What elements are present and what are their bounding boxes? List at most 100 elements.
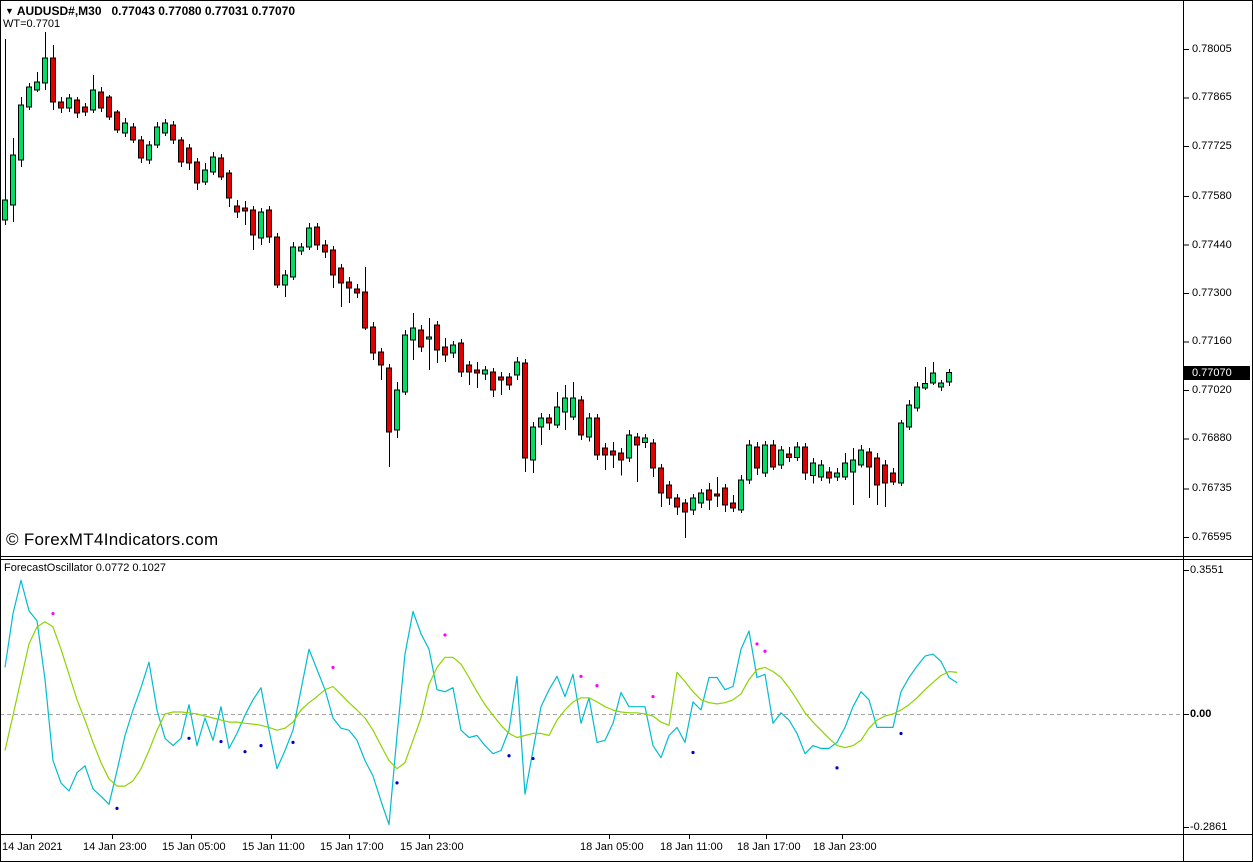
candlestick [931,373,936,383]
candlestick [211,157,216,172]
candlestick [307,228,312,247]
signal-line-green [5,622,957,786]
candlestick [819,465,824,477]
candlestick [691,498,696,510]
candlestick [99,92,104,108]
candlestick [827,472,832,478]
candlestick [531,427,536,460]
candlestick [499,377,504,380]
candlestick [907,405,912,427]
candlestick [755,447,760,468]
buy-signal-dot [899,732,902,735]
candlestick [147,145,152,160]
candlestick [163,123,168,133]
candlestick [203,170,208,182]
watermark-copyright: © ForexMT4Indicators.com [6,531,218,548]
candlestick [875,458,880,485]
candlestick [595,418,600,455]
price-axis-label: 0.77160 [1192,335,1232,347]
candlestick [571,398,576,417]
candlestick [715,494,720,496]
sell-signal-dot [331,666,334,669]
sell-signal-dot [595,684,598,687]
price-axis-label: 0.77725 [1192,140,1232,152]
candlestick [523,363,528,458]
candlestick [747,445,752,480]
candlestick [403,335,408,392]
price-axis-label: 0.77020 [1192,384,1232,396]
candlestick [659,468,664,493]
buy-signal-dot [835,766,838,769]
candlestick [667,485,672,498]
candlestick [59,102,64,108]
candlestick [603,448,608,455]
candlestick [411,328,416,340]
candlestick [187,148,192,163]
chart-header: ▼ AUDUSD#,M300.77043 0.77080 0.77031 0.7… [5,5,295,17]
candlestick [891,473,896,482]
candlestick [651,443,656,468]
time-axis-label: 18 Jan 17:00 [737,841,801,853]
candlestick [539,418,544,427]
chart-canvas[interactable] [0,0,1253,862]
candlestick [275,237,280,285]
candlestick [291,247,296,277]
candlestick [547,418,552,423]
candlestick [11,155,16,205]
candlestick [3,200,8,220]
candlestick [643,438,648,443]
candlestick [803,447,808,473]
candlestick [387,368,392,432]
candlestick [867,452,872,467]
symbol-dropdown-icon[interactable]: ▼ [5,6,14,16]
price-axis-label: 0.76880 [1192,432,1232,444]
oscillator-axis-label: 0.00 [1190,708,1211,720]
candlestick [339,268,344,283]
candlestick [19,105,24,160]
candlestick [43,58,48,83]
sell-signal-dot [763,650,766,653]
sell-signal-dot [651,695,654,698]
candlestick [283,275,288,285]
price-axis-label: 0.77440 [1192,239,1232,251]
quote-ohlc-values: 0.77043 0.77080 0.77031 0.77070 [112,4,296,18]
candlestick [507,377,512,385]
candlestick [635,437,640,445]
candlestick [107,97,112,117]
candlestick [443,347,448,355]
price-axis-label: 0.76595 [1192,531,1232,543]
candlestick [395,390,400,430]
candlestick [379,352,384,365]
price-axis-label: 0.77865 [1192,91,1232,103]
price-axis-label: 0.77580 [1192,190,1232,202]
candlestick [515,362,520,375]
buy-signal-dot [243,750,246,753]
candlestick [843,463,848,477]
candlestick [179,140,184,162]
candlestick [131,127,136,140]
candlestick [675,498,680,507]
candlestick [459,343,464,372]
sell-signal-dot [51,612,54,615]
price-axis-label: 0.76735 [1192,482,1232,494]
candlestick [219,158,224,177]
candlestick [299,247,304,251]
candlestick [235,206,240,212]
candlestick [619,453,624,460]
candlestick [259,212,264,238]
candlestick [355,289,360,293]
candlestick [315,227,320,245]
time-axis-label: 15 Jan 23:00 [400,841,464,853]
candlestick [779,450,784,465]
time-axis-label: 18 Jan 11:00 [660,841,723,853]
candlestick [435,325,440,350]
sell-signal-dot [579,675,582,678]
candlestick [795,447,800,457]
candlestick [115,112,120,130]
buy-signal-dot [187,737,190,740]
time-axis-label: 18 Jan 05:00 [580,841,644,853]
candlestick [579,400,584,435]
candlestick [91,90,96,110]
forecast-oscillator-cyan [5,580,957,824]
candlestick [451,345,456,353]
